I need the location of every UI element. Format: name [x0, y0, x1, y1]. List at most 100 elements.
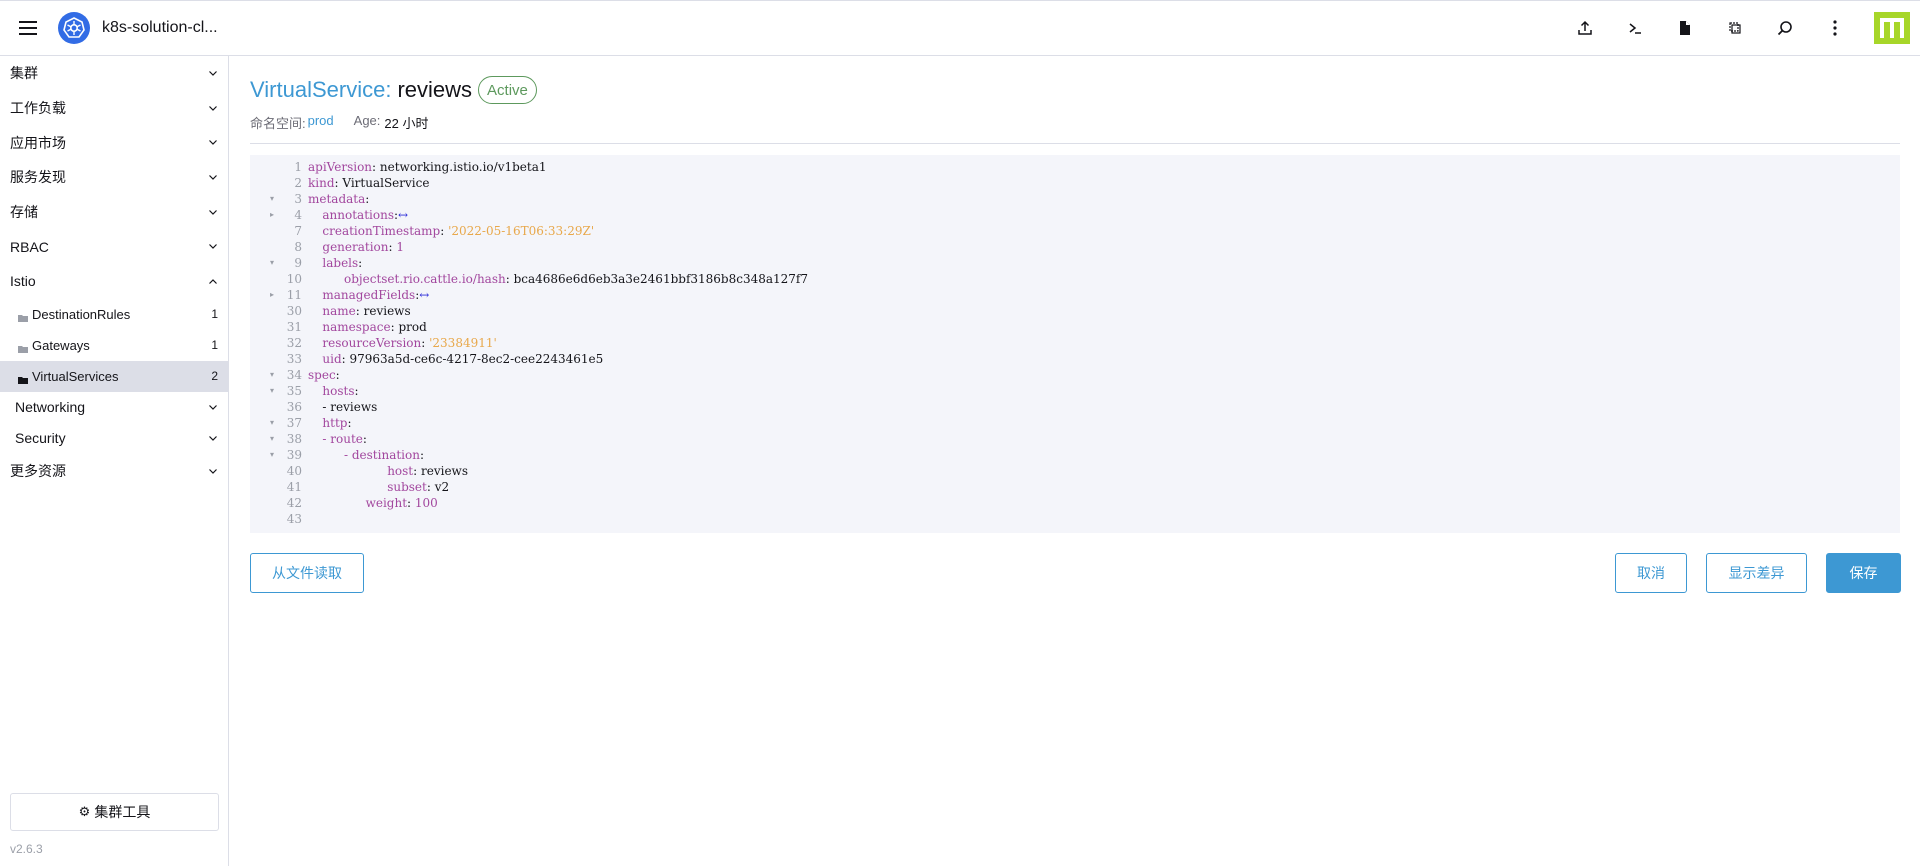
resource-name: reviews [397, 77, 473, 102]
code-text: apiVersion: networking.istio.io/v1beta1 [308, 159, 547, 175]
code-line[interactable]: ▾ 3 metadata: [250, 191, 1900, 207]
yaml-editor[interactable]: 1 apiVersion: networking.istio.io/v1beta1… [250, 155, 1900, 533]
avatar[interactable] [1874, 12, 1910, 44]
sidebar-group-security[interactable]: Security [0, 423, 228, 454]
line-number: 11 [286, 288, 302, 302]
line-number: 37 [286, 416, 302, 430]
code-line[interactable]: 10 objectset.rio.cattle.io/hash: bca4686e… [250, 271, 1900, 287]
yaml-value: VirtualService [342, 176, 430, 190]
more-vertical-icon[interactable] [1810, 1, 1860, 55]
code-line[interactable]: 40 host: reviews [250, 463, 1900, 479]
sidebar-group-storage[interactable]: 存储 [0, 195, 228, 230]
cluster-tools-button[interactable]: ⚙ 集群工具 [10, 793, 219, 831]
yaml-value: networking.istio.io/v1beta1 [379, 160, 547, 174]
code-line[interactable]: ▾ 37 http: [250, 415, 1900, 431]
upload-icon[interactable] [1560, 1, 1610, 55]
copy-icon[interactable] [1710, 1, 1760, 55]
sidebar-group-apps[interactable]: 应用市场 [0, 125, 228, 160]
folder-icon [18, 341, 28, 354]
code-text: annotations:↔ [308, 207, 408, 223]
namespace-link[interactable]: prod [308, 113, 334, 132]
code-line[interactable]: ▾ 9 labels: [250, 255, 1900, 271]
yaml-key: objectset.rio.cattle.io/hash [344, 272, 506, 286]
yaml-key: name [322, 304, 356, 318]
yaml-separator: : [362, 432, 367, 446]
yaml-value: reviews [330, 400, 378, 414]
show-diff-button[interactable]: 显示差异 [1706, 553, 1807, 593]
sidebar-item-virtualservices[interactable]: VirtualServices 2 [0, 360, 228, 392]
chevron-down-icon [208, 68, 218, 78]
menu-icon[interactable] [0, 1, 56, 55]
code-line[interactable]: ▸ 11 managedFields:↔ [250, 287, 1900, 303]
code-line[interactable]: ▾ 34 spec: [250, 367, 1900, 383]
code-line[interactable]: 32 resourceVersion: '23384911' [250, 335, 1900, 351]
sidebar-group-networking[interactable]: Networking [0, 392, 228, 423]
sidebar-group-service-discovery[interactable]: 服务发现 [0, 160, 228, 195]
fold-collapsed-icon[interactable]: ▸ [270, 207, 280, 223]
fold-expanded-icon[interactable]: ▾ [270, 431, 280, 447]
line-number: 30 [286, 304, 302, 318]
line-number: 43 [286, 512, 302, 526]
sidebar-group-cluster[interactable]: 集群 [0, 56, 228, 91]
yaml-separator: : [365, 192, 370, 206]
code-line[interactable]: 33 uid: 97963a5d-ce6c-4217-8ec2-cee224346… [250, 351, 1900, 367]
code-text: kind: VirtualService [308, 175, 429, 191]
code-text: metadata: [308, 191, 369, 207]
code-line[interactable]: ▾ 35 hosts: [250, 383, 1900, 399]
code-line[interactable]: 42 weight: 100 [250, 495, 1900, 511]
yaml-key: generation [322, 240, 389, 254]
fold-expanded-icon[interactable]: ▾ [270, 383, 280, 399]
line-number: 40 [286, 464, 302, 478]
item-count: 1 [211, 338, 218, 353]
code-text: managedFields:↔ [308, 287, 429, 303]
code-line[interactable]: 2 kind: VirtualService [250, 175, 1900, 191]
code-line[interactable]: 41 subset: v2 [250, 479, 1900, 495]
code-line[interactable]: 36 - reviews [250, 399, 1900, 415]
sidebar-item-destinationrules[interactable]: DestinationRules 1 [0, 299, 228, 330]
code-line[interactable]: 43 [250, 511, 1900, 527]
sidebar-group-more-resources[interactable]: 更多资源 [0, 454, 228, 489]
gear-icon: ⚙ [78, 804, 91, 819]
fold-expanded-icon[interactable]: ▾ [270, 255, 280, 271]
fold-collapsed-icon[interactable]: ▸ [270, 287, 280, 303]
read-from-file-button[interactable]: 从文件读取 [250, 553, 364, 593]
collapsed-ellipsis-icon[interactable]: ↔ [419, 288, 429, 302]
code-text: uid: 97963a5d-ce6c-4217-8ec2-cee2243461e… [308, 351, 603, 367]
cancel-button[interactable]: 取消 [1615, 553, 1687, 593]
search-icon[interactable] [1760, 1, 1810, 55]
fold-expanded-icon[interactable]: ▾ [270, 367, 280, 383]
sidebar-group-label: Istio [10, 273, 36, 290]
version-label: v2.6.3 [10, 842, 43, 856]
code-line[interactable]: 7 creationTimestamp: '2022-05-16T06:33:29… [250, 223, 1900, 239]
code-line[interactable]: ▸ 4 annotations:↔ [250, 207, 1900, 223]
resource-meta: 命名空间: prod Age: 22 小时 [250, 113, 428, 132]
folder-icon [18, 310, 28, 323]
yaml-value: 97963a5d-ce6c-4217-8ec2-cee2243461e5 [349, 352, 604, 366]
fold-expanded-icon[interactable]: ▾ [270, 415, 280, 431]
fold-expanded-icon[interactable]: ▾ [270, 191, 280, 207]
line-number: 34 [286, 368, 302, 382]
code-line[interactable]: 31 namespace: prod [250, 319, 1900, 335]
yaml-key: labels [322, 256, 359, 270]
line-number: 39 [286, 448, 302, 462]
save-button[interactable]: 保存 [1826, 553, 1901, 593]
code-line[interactable]: 8 generation: 1 [250, 239, 1900, 255]
line-number: 8 [294, 240, 302, 254]
yaml-value: reviews [420, 464, 468, 478]
cluster-name[interactable]: k8s-solution-cl... [102, 19, 218, 37]
sidebar-group-istio[interactable]: Istio [0, 264, 228, 299]
sidebar-group-workloads[interactable]: 工作负载 [0, 91, 228, 126]
sidebar-group-rbac[interactable]: RBAC [0, 229, 228, 264]
file-icon[interactable] [1660, 1, 1710, 55]
resource-kind-link[interactable]: VirtualService: [250, 77, 391, 103]
sidebar-item-gateways[interactable]: Gateways 1 [0, 330, 228, 361]
code-line[interactable]: ▾ 38 - route: [250, 431, 1900, 447]
code-line[interactable]: 30 name: reviews [250, 303, 1900, 319]
code-line[interactable]: ▾ 39 - destination: [250, 447, 1900, 463]
yaml-key: weight [365, 496, 408, 510]
yaml-separator: : [440, 224, 449, 238]
fold-expanded-icon[interactable]: ▾ [270, 447, 280, 463]
terminal-icon[interactable] [1610, 1, 1660, 55]
code-line[interactable]: 1 apiVersion: networking.istio.io/v1beta1 [250, 159, 1900, 175]
collapsed-ellipsis-icon[interactable]: ↔ [398, 208, 408, 222]
